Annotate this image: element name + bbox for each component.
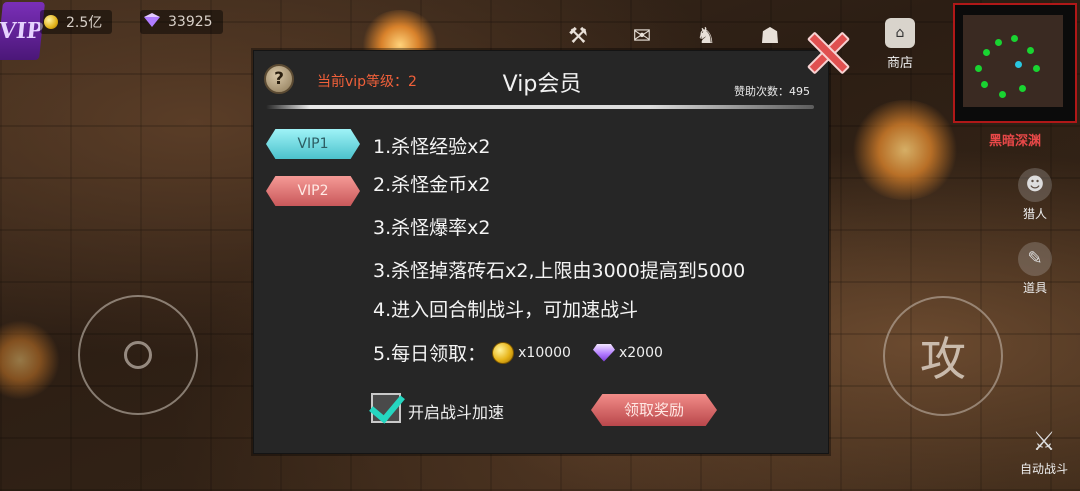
items-button[interactable]: ✎ 道具	[1008, 242, 1062, 296]
perk-item: 3.杀怪掉落砖石x2,上限由3000提高到5000	[373, 260, 746, 282]
gold-amount: 2.5亿	[66, 15, 103, 31]
diamond-amount: 33925	[168, 14, 213, 30]
minimap-marker	[1011, 35, 1018, 42]
joystick-knob[interactable]	[124, 341, 152, 369]
fire-pit-glow	[850, 100, 960, 200]
minimap-marker	[1027, 47, 1034, 54]
perk-item: 3.杀怪爆率x2	[373, 217, 491, 239]
shop-label: 商店	[886, 56, 913, 71]
speed-up-label[interactable]: 开启战斗加速	[408, 399, 504, 423]
bag-icon: ✎	[1018, 242, 1052, 276]
auto-fight-button[interactable]: ⚔ 自动战斗	[1012, 424, 1076, 477]
items-label: 道具	[1022, 281, 1047, 295]
gold-counter: 2.5亿	[40, 10, 113, 34]
perk-item: 1.杀怪经验x2	[373, 136, 491, 158]
minimap-marker	[981, 81, 988, 88]
perk-item: 4.进入回合制战斗，可加速战斗	[373, 299, 639, 321]
title-divider	[266, 105, 814, 109]
daily-reward-row: 5.每日领取： x10000 x2000	[373, 339, 663, 366]
daily-gem-qty: x2000	[618, 344, 663, 361]
daily-reward-label: 5.每日领取：	[373, 343, 487, 365]
hunter-label: 猎人	[1022, 207, 1047, 221]
diamond-icon	[592, 343, 615, 362]
minimap-marker	[1019, 85, 1026, 92]
attack-label: 攻	[920, 332, 966, 386]
vip-dialog: ? 当前vip等级：2 Vip会员 赞助次数：495 VIP1 VIP2 1.杀…	[253, 50, 829, 454]
gold-coin-icon	[44, 15, 58, 29]
minimap-marker	[975, 65, 982, 72]
map-name: 黑暗深渊	[988, 134, 1041, 149]
movement-joystick[interactable]	[78, 295, 198, 415]
helmet-icon[interactable]: ☗	[752, 18, 788, 54]
ticket-icon[interactable]: ✉	[624, 18, 660, 54]
claim-reward-button[interactable]: 领取奖励	[591, 394, 717, 426]
shop-button[interactable]: ⌂ 商店	[873, 18, 927, 71]
minimap-marker	[999, 91, 1006, 98]
tab-vip2[interactable]: VIP2	[266, 176, 360, 206]
hunter-icon: ☻	[1018, 168, 1052, 202]
diamond-icon	[144, 13, 160, 27]
daily-gold-qty: x10000	[518, 344, 571, 361]
top-menu: ⚒ ✉ ♞ ☗	[560, 18, 788, 54]
shop-icon: ⌂	[885, 18, 915, 48]
minimap-marker	[995, 39, 1002, 46]
minimap-room	[963, 15, 1063, 107]
hammer-wrench-icon[interactable]: ⚒	[560, 18, 596, 54]
diamond-counter: 33925	[140, 10, 223, 34]
tab-vip1[interactable]: VIP1	[266, 129, 360, 159]
close-icon[interactable]	[805, 30, 851, 76]
auto-fight-label: 自动战斗	[1019, 462, 1068, 476]
minimap-marker	[1033, 65, 1040, 72]
beast-head-icon[interactable]: ♞	[688, 18, 724, 54]
perk-item: 2.杀怪金币x2	[373, 174, 491, 196]
sponsor-count: 赞助次数：495	[734, 85, 810, 98]
hunter-button[interactable]: ☻ 猎人	[1008, 168, 1062, 222]
checkmark-icon	[369, 386, 405, 424]
minimap-marker	[983, 49, 990, 56]
attack-button[interactable]: 攻	[883, 296, 1003, 416]
minimap[interactable]	[953, 3, 1077, 123]
crossed-swords-icon: ⚔	[1032, 427, 1056, 457]
gold-coin-icon	[492, 341, 515, 364]
vip-badge[interactable]: VIP	[0, 2, 46, 60]
minimap-player-marker	[1015, 61, 1022, 68]
speed-up-checkbox[interactable]	[369, 386, 405, 424]
